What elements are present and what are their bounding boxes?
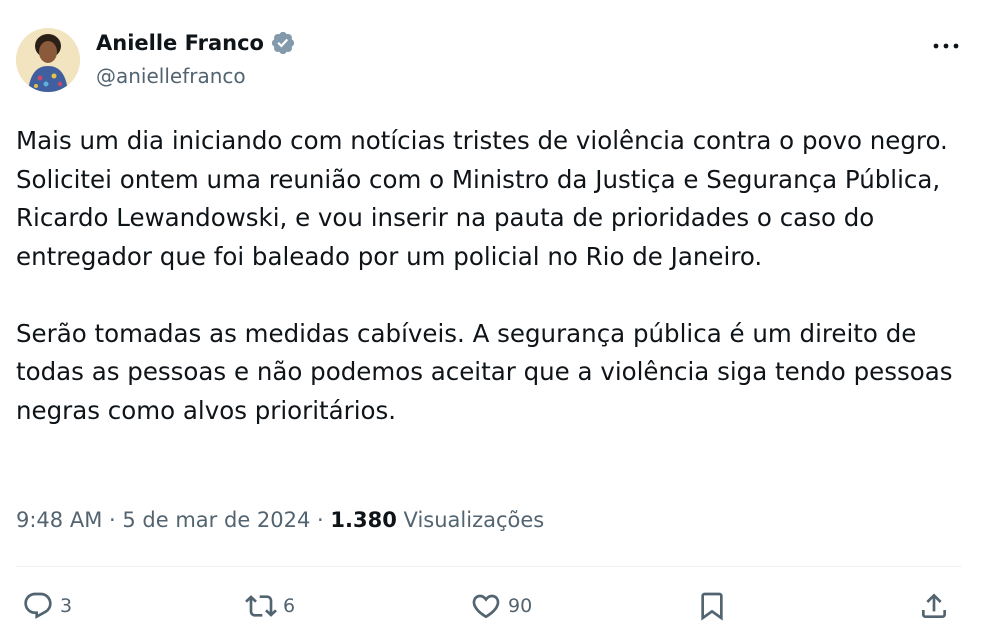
meta-separator-1: ·	[109, 508, 116, 532]
repost-button[interactable]: 6	[245, 588, 295, 624]
post-meta: 9:48 AM · 5 de mar de 2024 · 1.380 Visua…	[16, 508, 544, 532]
heart-icon	[472, 594, 500, 619]
views-label[interactable]: Visualizações	[404, 508, 545, 532]
repost-count: 6	[283, 595, 296, 617]
post-text: Mais um dia iniciando com notícias trist…	[16, 122, 966, 430]
tweet-card: Anielle Franco @aniellefranco Mais um di…	[0, 0, 984, 626]
bookmark-icon	[701, 592, 723, 621]
post-paragraph-1: Mais um dia iniciando com notícias trist…	[16, 126, 948, 271]
share-icon	[922, 593, 946, 618]
repost-icon	[245, 595, 277, 617]
share-button[interactable]	[918, 588, 950, 624]
reply-count: 3	[60, 595, 73, 617]
author-handle[interactable]: @aniellefranco	[96, 64, 246, 88]
meta-separator-2: ·	[317, 508, 324, 532]
reply-button[interactable]: 3	[22, 588, 72, 624]
bookmark-button[interactable]	[696, 588, 728, 624]
divider	[16, 566, 962, 567]
like-count: 90	[508, 595, 533, 617]
avatar[interactable]	[16, 28, 80, 92]
post-date[interactable]: 5 de mar de 2024	[122, 508, 310, 532]
post-time[interactable]: 9:48 AM	[16, 508, 102, 532]
avatar-image	[16, 28, 80, 92]
post-paragraph-2: Serão tomadas as medidas cabíveis. A seg…	[16, 318, 953, 425]
like-button[interactable]: 90	[470, 588, 532, 624]
author-display-name[interactable]: Anielle Franco	[96, 31, 264, 55]
more-options-icon[interactable]	[930, 36, 962, 56]
views-count: 1.380	[330, 508, 397, 532]
verified-badge-icon[interactable]	[270, 30, 296, 56]
reply-icon	[24, 592, 52, 619]
author-name-row[interactable]: Anielle Franco	[96, 30, 296, 56]
